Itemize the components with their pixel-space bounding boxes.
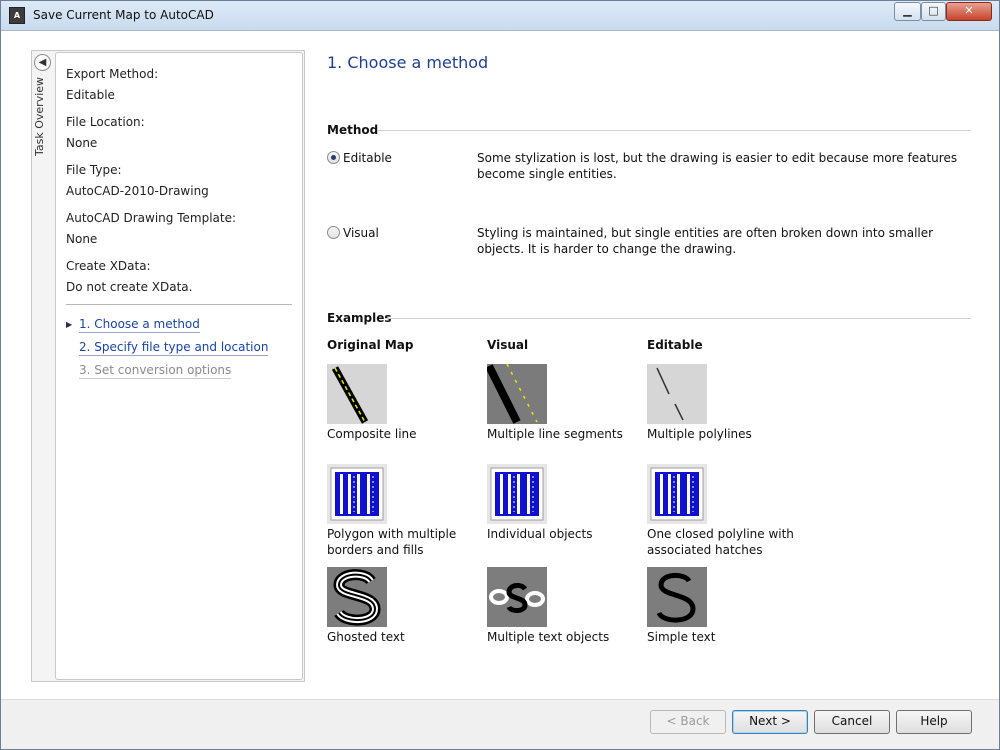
- example-caption: Multiple polylines: [647, 427, 752, 441]
- step-label: 2. Specify file type and location: [79, 340, 269, 356]
- visual-radio[interactable]: [327, 226, 340, 239]
- example-caption: Polygon with multiple borders and fills: [327, 527, 457, 557]
- minimize-button[interactable]: ▁: [894, 2, 921, 21]
- polygon-thumbnail: [327, 464, 387, 524]
- task-overview-tab[interactable]: Task Overview: [33, 77, 46, 156]
- summary-label: File Type:: [66, 163, 122, 177]
- visual-description: Styling is maintained, but single entiti…: [477, 226, 934, 256]
- editable-radio-label[interactable]: Editable: [343, 151, 392, 165]
- summary-label: File Location:: [66, 115, 145, 129]
- summary-label: AutoCAD Drawing Template:: [66, 211, 237, 225]
- step-conversion-options: 3. Set conversion options: [66, 363, 268, 386]
- task-overview-panel: Export Method: Editable File Location: N…: [55, 52, 303, 680]
- example-caption: Ghosted text: [327, 630, 405, 644]
- back-button[interactable]: < Back: [650, 710, 726, 734]
- multiple-line-segments-thumbnail: [487, 364, 547, 424]
- button-bar: < Back Next > Cancel Help: [1, 699, 999, 749]
- composite-line-thumbnail: [327, 364, 387, 424]
- visual-radio-label[interactable]: Visual: [343, 226, 379, 240]
- method-heading: Method: [327, 123, 379, 137]
- summary-value: AutoCAD-2010-Drawing: [66, 184, 209, 198]
- current-step-arrow-icon: ▶: [66, 320, 73, 329]
- multiple-text-objects-thumbnail: [487, 567, 547, 627]
- summary-label: Create XData:: [66, 259, 151, 273]
- wizard-steps: ▶ 1. Choose a method 2. Specify file typ…: [66, 317, 269, 386]
- editable-description: Some stylization is lost, but the drawin…: [477, 151, 958, 181]
- help-button[interactable]: Help: [896, 710, 972, 734]
- example-caption: Multiple line segments: [487, 427, 623, 441]
- maximize-button[interactable]: □: [921, 2, 946, 21]
- sidebar-divider: [66, 304, 292, 305]
- dialog-window: A Save Current Map to AutoCAD ▁ □ ✕ ◀ Ta…: [0, 0, 1000, 750]
- example-caption: Composite line: [327, 427, 417, 441]
- example-caption: Multiple text objects: [487, 630, 610, 644]
- simple-text-thumbnail: [647, 567, 707, 627]
- method-divider: [377, 130, 971, 131]
- column-editable: Editable: [647, 338, 703, 352]
- summary-label: Export Method:: [66, 67, 159, 81]
- step-label: 1. Choose a method: [79, 317, 200, 333]
- example-caption: One closed polyline with associated hatc…: [647, 527, 794, 557]
- examples-divider: [385, 318, 971, 319]
- title-bar[interactable]: A Save Current Map to AutoCAD ▁ □ ✕: [1, 1, 999, 31]
- column-original-map: Original Map: [327, 338, 414, 352]
- autocad-map-icon: A: [9, 7, 25, 24]
- ghosted-text-thumbnail: [327, 567, 387, 627]
- examples-heading: Examples: [327, 311, 392, 325]
- page-title: 1. Choose a method: [327, 53, 489, 72]
- close-button[interactable]: ✕: [946, 2, 992, 21]
- collapse-chevron-left-icon[interactable]: ◀: [34, 54, 51, 71]
- example-caption: Simple text: [647, 630, 716, 644]
- summary-value: Editable: [66, 88, 115, 102]
- step-label: 3. Set conversion options: [79, 363, 232, 379]
- column-visual: Visual: [487, 338, 529, 352]
- window-title: Save Current Map to AutoCAD: [33, 8, 214, 22]
- export-summary: Export Method: Editable File Location: N…: [66, 67, 294, 307]
- step-specify-file[interactable]: 2. Specify file type and location: [66, 340, 269, 363]
- individual-objects-thumbnail: [487, 464, 547, 524]
- editable-radio[interactable]: [327, 151, 340, 164]
- cancel-button[interactable]: Cancel: [814, 710, 890, 734]
- summary-value: None: [66, 136, 98, 150]
- summary-value: None: [66, 232, 98, 246]
- example-caption: Individual objects: [487, 527, 593, 541]
- step-choose-method[interactable]: ▶ 1. Choose a method: [66, 317, 268, 340]
- closed-polyline-thumbnail: [647, 464, 707, 524]
- multiple-polylines-thumbnail: [647, 364, 707, 424]
- summary-value: Do not create XData.: [66, 280, 193, 294]
- next-button[interactable]: Next >: [732, 710, 808, 734]
